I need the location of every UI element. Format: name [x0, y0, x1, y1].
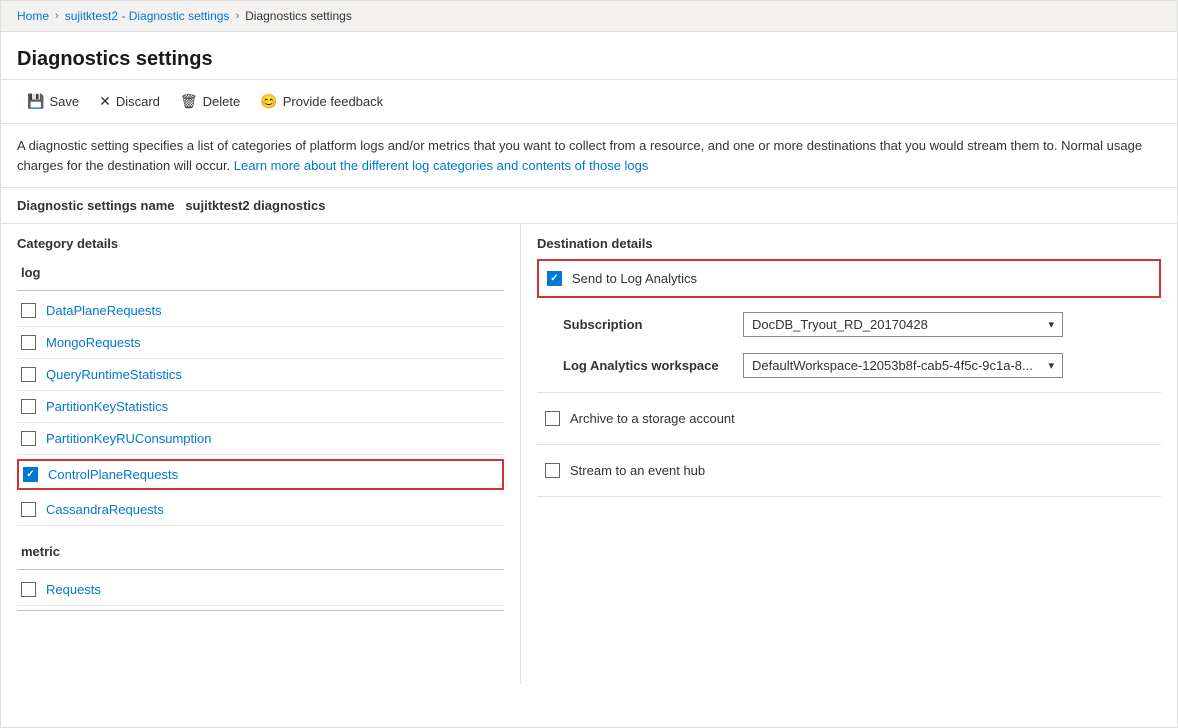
label-queryruntimestatistics[interactable]: QueryRuntimeStatistics	[46, 367, 182, 382]
category-item-queryruntimestatistics: QueryRuntimeStatistics	[17, 359, 504, 391]
label-stream-event-hub[interactable]: Stream to an event hub	[570, 463, 705, 478]
checkbox-stream-event-hub[interactable]	[545, 463, 560, 478]
breadcrumb-parent[interactable]: sujitktest2 - Diagnostic settings	[65, 9, 230, 23]
workspace-chevron-icon: ▾	[1048, 359, 1054, 372]
workspace-row: Log Analytics workspace DefaultWorkspace…	[563, 347, 1161, 384]
checkbox-controlplanerequests[interactable]	[23, 467, 38, 482]
subscription-label: Subscription	[563, 317, 733, 332]
save-icon: 💾	[27, 93, 44, 110]
label-cassandrarequests[interactable]: CassandraRequests	[46, 502, 164, 517]
feedback-button[interactable]: 😊 Provide feedback	[250, 88, 393, 115]
breadcrumb-home[interactable]: Home	[17, 9, 49, 23]
breadcrumb-current: Diagnostics settings	[245, 9, 352, 23]
destination-details-panel: Destination details Send to Log Analytic…	[521, 224, 1177, 684]
checkbox-partitionkeystatistics[interactable]	[21, 399, 36, 414]
workspace-label: Log Analytics workspace	[563, 358, 733, 373]
description-block: A diagnostic setting specifies a list of…	[1, 124, 1177, 188]
discard-button[interactable]: ✕ Discard	[89, 88, 170, 115]
destination-divider-3	[537, 496, 1161, 497]
learn-more-link[interactable]: Learn more about the different log categ…	[234, 158, 649, 173]
category-item-partitionkeystatistics: PartitionKeyStatistics	[17, 391, 504, 423]
delete-label: Delete	[203, 94, 241, 109]
label-requests[interactable]: Requests	[46, 582, 101, 597]
page-header: Diagnostics settings	[1, 32, 1177, 80]
destination-divider-1	[537, 392, 1161, 393]
toolbar: 💾 Save ✕ Discard 🗑 Delete 😊 Provide feed…	[1, 80, 1177, 124]
metric-section-label: metric	[17, 538, 504, 565]
feedback-label: Provide feedback	[283, 94, 383, 109]
breadcrumb-sep-2: ›	[235, 10, 239, 22]
subscription-value: DocDB_Tryout_RD_20170428	[752, 317, 928, 332]
label-dataplainerequests[interactable]: DataPlaneRequests	[46, 303, 162, 318]
workspace-value: DefaultWorkspace-12053b8f-cab5-4f5c-9c1a…	[752, 358, 1033, 373]
category-item-partitionkeyrucons: PartitionKeyRUConsumption	[17, 423, 504, 455]
checkbox-queryruntimestatistics[interactable]	[21, 367, 36, 382]
feedback-icon: 😊	[260, 93, 277, 110]
workspace-select[interactable]: DefaultWorkspace-12053b8f-cab5-4f5c-9c1a…	[743, 353, 1063, 378]
checkbox-dataplainerequests[interactable]	[21, 303, 36, 318]
destination-details-title: Destination details	[537, 236, 1161, 251]
two-col-layout: Category details log DataPlaneRequests M…	[1, 224, 1177, 684]
diag-name-label: Diagnostic settings name	[17, 198, 174, 213]
discard-icon: ✕	[99, 93, 111, 110]
log-section-sep	[17, 290, 504, 291]
checkbox-requests[interactable]	[21, 582, 36, 597]
diag-name-value: sujitktest2 diagnostics	[185, 198, 325, 213]
destination-archive-storage: Archive to a storage account	[537, 401, 1161, 436]
checkbox-cassandrarequests[interactable]	[21, 502, 36, 517]
subscription-row: Subscription DocDB_Tryout_RD_20170428 ▾	[563, 306, 1161, 343]
delete-button[interactable]: 🗑 Delete	[170, 88, 250, 115]
destination-send-to-log-analytics: Send to Log Analytics	[537, 259, 1161, 298]
destination-stream-event-hub: Stream to an event hub	[537, 453, 1161, 488]
label-controlplanerequests[interactable]: ControlPlaneRequests	[48, 467, 178, 482]
label-partitionkeyrucons[interactable]: PartitionKeyRUConsumption	[46, 431, 211, 446]
discard-label: Discard	[116, 94, 160, 109]
label-archive-storage[interactable]: Archive to a storage account	[570, 411, 735, 426]
destination-divider-2	[537, 444, 1161, 445]
category-item-requests: Requests	[17, 574, 504, 606]
metric-section-sep	[17, 569, 504, 570]
label-partitionkeystatistics[interactable]: PartitionKeyStatistics	[46, 399, 168, 414]
label-send-log-analytics[interactable]: Send to Log Analytics	[572, 271, 697, 286]
save-label: Save	[49, 94, 79, 109]
breadcrumb-sep-1: ›	[55, 10, 59, 22]
category-item-mongorequests: MongoRequests	[17, 327, 504, 359]
metric-bottom-sep	[17, 610, 504, 611]
category-item-cassandrarequests: CassandraRequests	[17, 494, 504, 526]
category-item-controlplanerequests: ControlPlaneRequests	[17, 459, 504, 490]
subscription-select[interactable]: DocDB_Tryout_RD_20170428 ▾	[743, 312, 1063, 337]
checkbox-partitionkeyrucons[interactable]	[21, 431, 36, 446]
subscription-chevron-icon: ▾	[1048, 318, 1054, 331]
checkbox-send-log-analytics[interactable]	[547, 271, 562, 286]
checkbox-archive-storage[interactable]	[545, 411, 560, 426]
save-button[interactable]: 💾 Save	[17, 88, 89, 115]
delete-icon: 🗑	[180, 93, 198, 110]
category-item-dataplainerequests: DataPlaneRequests	[17, 295, 504, 327]
category-details-panel: Category details log DataPlaneRequests M…	[1, 224, 521, 684]
checkbox-mongorequests[interactable]	[21, 335, 36, 350]
category-details-title: Category details	[17, 236, 504, 251]
label-mongorequests[interactable]: MongoRequests	[46, 335, 141, 350]
log-section-label: log	[17, 259, 504, 286]
diag-name-row: Diagnostic settings name sujitktest2 dia…	[1, 188, 1177, 224]
page-title: Diagnostics settings	[17, 48, 1161, 71]
breadcrumb: Home › sujitktest2 - Diagnostic settings…	[1, 1, 1177, 32]
